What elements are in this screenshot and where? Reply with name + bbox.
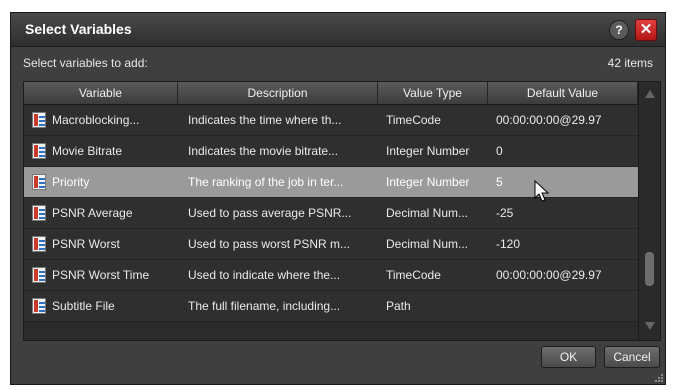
cell-variable: Subtitle File — [52, 299, 115, 313]
table-row[interactable]: PSNR Worst Time Used to indicate where th… — [24, 260, 638, 291]
help-button[interactable]: ? — [609, 20, 629, 40]
table-row[interactable]: Movie Bitrate Indicates the movie bitrate… — [24, 136, 638, 167]
select-variables-dialog: Select Variables ? ✕ Select variables to… — [10, 12, 666, 385]
cell-description: Used to pass average PSNR... — [188, 206, 352, 220]
table-header: Variable Description Value Type Default … — [24, 82, 638, 105]
close-button[interactable]: ✕ — [635, 19, 657, 41]
variable-list-icon — [32, 236, 46, 252]
column-header-value-type[interactable]: Value Type — [378, 82, 488, 104]
resize-grip-icon[interactable] — [653, 372, 663, 382]
cell-default-value: 00:00:00:00@29.97 — [496, 113, 602, 127]
item-count: 42 items — [607, 56, 653, 70]
table-row[interactable]: Subtitle File The full filename, includin… — [24, 291, 638, 322]
scroll-down-arrow-icon[interactable] — [645, 322, 655, 330]
cell-variable: PSNR Worst Time — [52, 268, 150, 282]
cancel-button[interactable]: Cancel — [604, 346, 660, 368]
cell-description: The ranking of the job in ter... — [188, 175, 344, 189]
cell-default-value: 00:00:00:00@29.97 — [496, 268, 602, 282]
cell-variable: Priority — [52, 175, 90, 189]
cell-variable: Movie Bitrate — [52, 144, 123, 158]
cell-description: Used to indicate where the... — [188, 268, 341, 282]
cell-value-type: Decimal Num... — [386, 206, 469, 220]
cell-default-value: 5 — [496, 175, 503, 189]
column-header-variable[interactable]: Variable — [24, 82, 178, 104]
variable-list-icon — [32, 298, 46, 314]
cell-variable: Macroblocking... — [52, 113, 140, 127]
variable-list-icon — [32, 143, 46, 159]
cell-value-type: TimeCode — [386, 113, 441, 127]
vertical-scrollbar[interactable] — [638, 82, 660, 340]
cell-value-type: Integer Number — [386, 144, 470, 158]
cell-value-type: Integer Number — [386, 175, 470, 189]
table-row[interactable]: PSNR Worst Used to pass worst PSNR m... De… — [24, 229, 638, 260]
variable-list-icon — [32, 205, 46, 221]
cell-default-value: -25 — [496, 206, 514, 220]
table-body: Macroblocking... Indicates the time where… — [24, 105, 638, 322]
cell-description: Indicates the time where th... — [188, 113, 342, 127]
ok-button[interactable]: OK — [541, 346, 596, 368]
variables-table: Variable Description Value Type Default … — [23, 81, 661, 341]
cell-description: Used to pass worst PSNR m... — [188, 237, 351, 251]
cell-default-value: 0 — [496, 144, 503, 158]
select-variables-label: Select variables to add: — [23, 56, 148, 70]
column-header-description[interactable]: Description — [178, 82, 378, 104]
list-info-bar: Select variables to add: 42 items — [11, 47, 665, 75]
cell-value-type: TimeCode — [386, 268, 441, 282]
cell-value-type: Decimal Num... — [386, 237, 469, 251]
cell-value-type: Path — [386, 299, 411, 313]
column-header-default-value[interactable]: Default Value — [488, 82, 638, 104]
cell-description: The full filename, including... — [188, 299, 341, 313]
variable-list-icon — [32, 112, 46, 128]
scrollbar-thumb[interactable] — [645, 252, 654, 286]
scroll-up-arrow-icon[interactable] — [645, 90, 655, 98]
cell-variable: PSNR Average — [52, 206, 133, 220]
help-icon: ? — [615, 23, 623, 37]
variable-list-icon — [32, 267, 46, 283]
variable-list-icon — [32, 174, 46, 190]
cell-variable: PSNR Worst — [52, 237, 120, 251]
cell-description: Indicates the movie bitrate... — [188, 144, 339, 158]
cell-default-value: -120 — [496, 237, 521, 251]
mouse-pointer-icon — [534, 180, 550, 202]
close-icon: ✕ — [639, 21, 653, 38]
cell-default-value — [496, 291, 636, 322]
dialog-titlebar[interactable]: Select Variables ? ✕ — [11, 13, 665, 47]
table-row[interactable]: Macroblocking... Indicates the time where… — [24, 105, 638, 136]
dialog-title: Select Variables — [25, 21, 132, 37]
